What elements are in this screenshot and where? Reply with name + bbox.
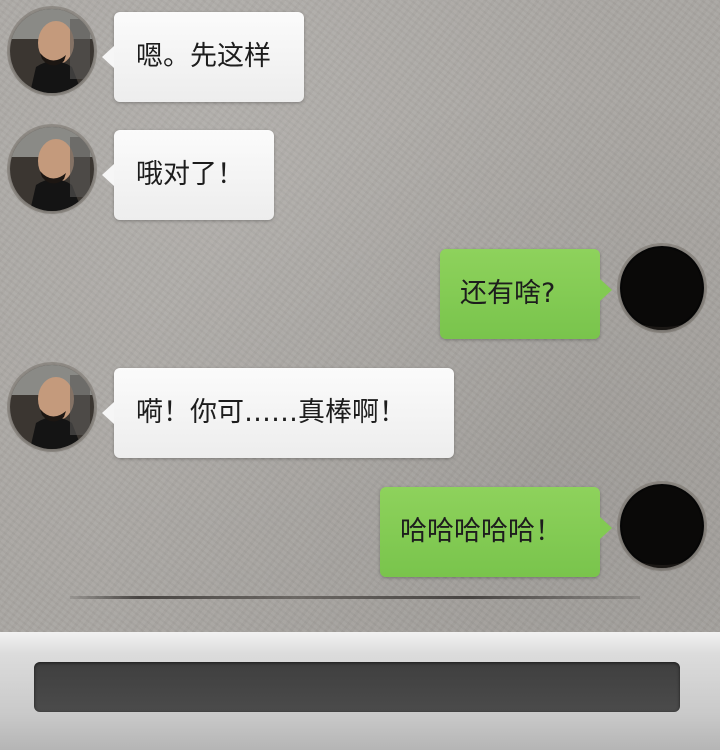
message-text: 哈哈哈哈哈！ <box>400 516 562 547</box>
message-bubble[interactable]: 哈哈哈哈哈！ <box>380 487 612 577</box>
message-bubble[interactable]: 还有啥? <box>440 249 612 339</box>
message-input[interactable] <box>34 662 680 712</box>
message-text: 嗬！你可……真棒啊！ <box>136 397 406 428</box>
scroll-end-divider <box>70 596 640 599</box>
my-avatar-icon[interactable] <box>620 484 704 568</box>
chat-screen: 嗯。先这样 哦对了！ 还有啥? 嗬！你可……真棒啊！ 哈哈哈哈哈！ <box>0 0 720 750</box>
message-row-incoming: 嗯。先这样 <box>0 0 720 110</box>
message-bubble[interactable]: 嗯。先这样 <box>102 12 304 102</box>
message-row-incoming: 嗬！你可……真棒啊！ <box>0 356 720 466</box>
message-text: 哦对了！ <box>136 159 244 190</box>
message-row-incoming: 哦对了！ <box>0 118 720 228</box>
message-text: 还有啥? <box>460 278 556 309</box>
message-text: 嗯。先这样 <box>136 41 271 72</box>
message-list[interactable]: 嗯。先这样 哦对了！ 还有啥? 嗬！你可……真棒啊！ 哈哈哈哈哈！ <box>0 0 720 632</box>
message-bubble[interactable]: 嗬！你可……真棒啊！ <box>102 368 454 458</box>
my-avatar-icon[interactable] <box>620 246 704 330</box>
message-row-outgoing: 哈哈哈哈哈！ <box>0 475 720 585</box>
contact-avatar-icon[interactable] <box>10 365 94 449</box>
composer-bar <box>0 632 720 750</box>
message-bubble[interactable]: 哦对了！ <box>102 130 274 220</box>
message-row-outgoing: 还有啥? <box>0 237 720 347</box>
contact-avatar-icon[interactable] <box>10 9 94 93</box>
contact-avatar-icon[interactable] <box>10 127 94 211</box>
